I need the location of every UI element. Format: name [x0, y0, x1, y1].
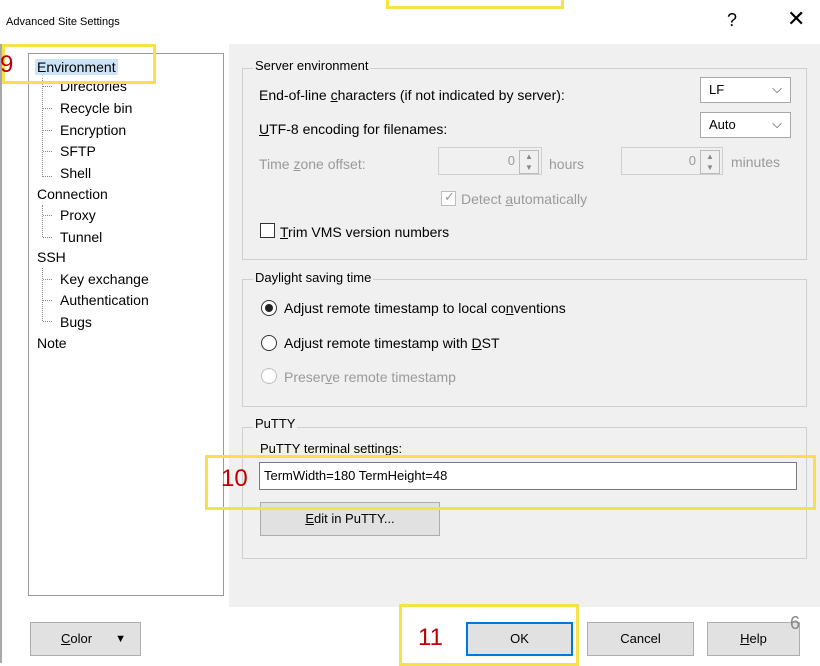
- tree-item-authentication[interactable]: Authentication: [60, 292, 149, 308]
- tree-item-encryption[interactable]: Encryption: [60, 122, 126, 138]
- tree-item-ssh[interactable]: SSH: [37, 249, 66, 265]
- radio-preserve[interactable]: [261, 368, 277, 384]
- tree-branch-line: [43, 86, 52, 87]
- tree-branch-line: [43, 151, 52, 152]
- eol-dropdown[interactable]: LF ⌵: [700, 77, 791, 103]
- window-left-edge: [0, 0, 2, 663]
- settings-tree[interactable]: Environment Directories Recycle bin Encr…: [28, 53, 224, 596]
- tree-branch-line: [43, 279, 52, 280]
- tree-branch-line: [43, 130, 52, 131]
- radio-preserve-label: Preserve remote timestamp: [284, 369, 456, 385]
- window-title: Advanced Site Settings: [6, 16, 120, 28]
- utf8-label: UTF-8 encoding for filenames:: [259, 121, 448, 137]
- radio-adjust-local-label: Adjust remote timestamp to local convent…: [284, 300, 566, 316]
- annotation-step11: 11: [418, 624, 443, 651]
- group-title-daylight-saving: Daylight saving time: [253, 270, 374, 285]
- eol-label: End-of-line characters (if not indicated…: [259, 87, 565, 103]
- tree-item-shell[interactable]: Shell: [60, 165, 91, 181]
- timezone-hours-stepper[interactable]: 0 ▲ ▼: [438, 147, 542, 175]
- tree-item-sftp[interactable]: SFTP: [60, 143, 96, 159]
- timezone-label: Time zone offset:: [259, 156, 366, 172]
- tree-branch-line: [42, 205, 43, 237]
- eol-value: LF: [709, 82, 725, 97]
- tree-item-recycle-bin[interactable]: Recycle bin: [60, 100, 132, 116]
- radio-adjust-local[interactable]: [261, 300, 277, 316]
- tree-branch-line: [43, 300, 52, 301]
- chevron-down-icon: ⌵: [772, 116, 782, 131]
- page-number: 6: [790, 613, 801, 633]
- tree-branch-line: [42, 268, 43, 321]
- utf8-dropdown[interactable]: Auto ⌵: [700, 112, 791, 138]
- detect-automatically-label: Detect automatically: [461, 191, 588, 207]
- radio-adjust-dst-label: Adjust remote timestamp with DST: [284, 335, 500, 351]
- highlight-top-fragment: [386, 0, 564, 9]
- help-question-icon[interactable]: ?: [727, 10, 737, 31]
- tree-branch-line: [43, 321, 52, 322]
- tree-item-tunnel[interactable]: Tunnel: [60, 229, 102, 245]
- tree-branch-line: [42, 78, 43, 177]
- detect-automatically-checkbox[interactable]: ✓: [441, 189, 456, 206]
- annotation-step10: 10: [221, 465, 248, 492]
- highlight-step9: [2, 44, 156, 84]
- cancel-button[interactable]: Cancel: [587, 622, 694, 656]
- highlight-step10: [205, 455, 816, 510]
- chevron-down-icon: ⌵: [772, 81, 782, 96]
- group-title-server-environment: Server environment: [253, 58, 371, 73]
- trim-vms-label: Trim VMS version numbers: [280, 224, 450, 240]
- close-icon[interactable]: ✕: [787, 6, 805, 32]
- color-button[interactable]: Color ▼: [30, 622, 141, 656]
- dropdown-arrow-icon: ▼: [115, 633, 126, 645]
- checkmark-icon: ✓: [444, 189, 455, 204]
- spinner-arrows-icon: ▲ ▼: [519, 150, 539, 174]
- group-title-putty: PuTTY: [253, 416, 298, 431]
- hours-unit: hours: [549, 156, 585, 172]
- settings-panel: Server environment End-of-line character…: [229, 44, 820, 607]
- tree-branch-line: [43, 108, 52, 109]
- tree-item-key-exchange[interactable]: Key exchange: [60, 271, 149, 287]
- utf8-value: Auto: [709, 117, 736, 132]
- radio-adjust-dst[interactable]: [261, 335, 277, 351]
- tree-item-connection[interactable]: Connection: [37, 186, 108, 202]
- spinner-arrows-icon: ▲ ▼: [700, 150, 720, 174]
- tree-item-proxy[interactable]: Proxy: [60, 207, 96, 223]
- minutes-unit: minutes: [731, 154, 781, 170]
- tree-branch-line: [43, 237, 52, 238]
- tree-branch-line: [43, 176, 52, 177]
- tree-item-bugs[interactable]: Bugs: [60, 314, 92, 330]
- tree-item-note[interactable]: Note: [37, 335, 67, 351]
- help-button[interactable]: Help: [707, 622, 800, 656]
- timezone-minutes-stepper[interactable]: 0 ▲ ▼: [621, 147, 723, 175]
- trim-vms-checkbox[interactable]: [260, 223, 275, 238]
- annotation-step9: 9: [0, 51, 14, 78]
- putty-settings-label: PuTTY terminal settings:: [260, 441, 403, 456]
- tree-branch-line: [43, 215, 52, 216]
